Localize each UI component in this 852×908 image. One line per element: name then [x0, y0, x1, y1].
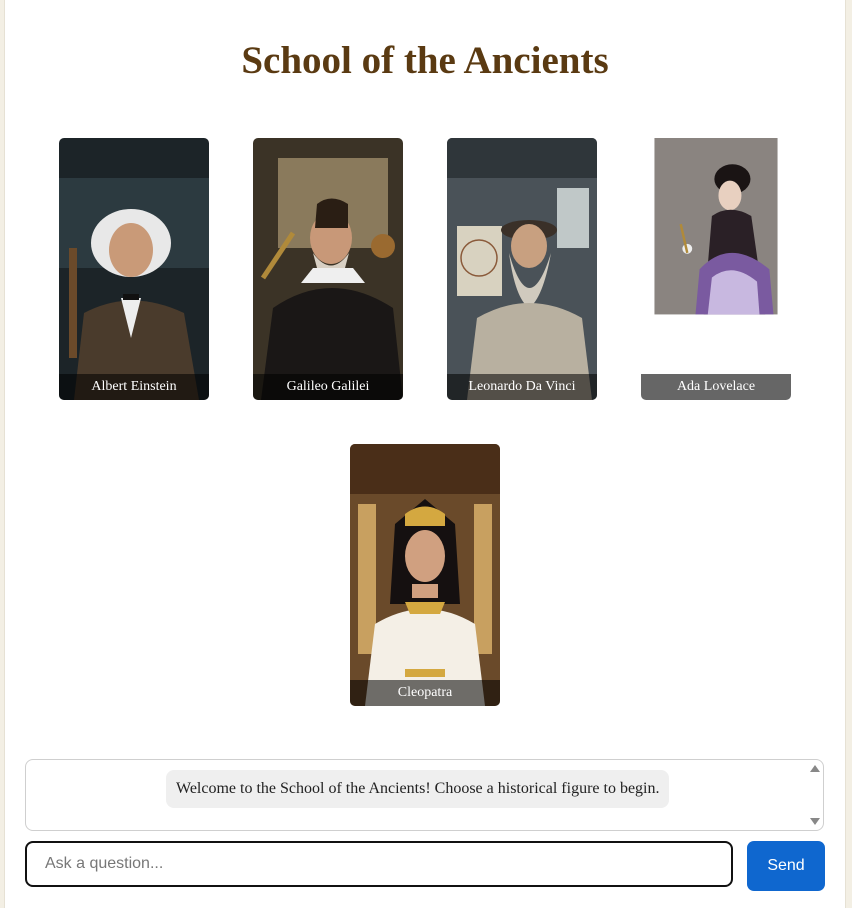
chat-history[interactable]: Welcome to the School of the Ancients! C… — [25, 759, 824, 831]
figure-name: Leonardo Da Vinci — [447, 374, 597, 400]
scroll-down-icon[interactable] — [810, 818, 820, 825]
einstein-portrait — [59, 138, 209, 400]
page-title: School of the Ancients — [241, 39, 609, 82]
chat-message: Welcome to the School of the Ancients! C… — [166, 770, 670, 808]
figure-card-cleopatra[interactable]: Cleopatra — [350, 444, 500, 706]
galileo-portrait — [253, 138, 403, 400]
ada-portrait — [654, 138, 778, 315]
leonardo-portrait — [447, 138, 597, 400]
figure-name: Galileo Galilei — [253, 374, 403, 400]
figure-name: Ada Lovelace — [641, 374, 791, 400]
chat-scrollbar[interactable] — [809, 760, 823, 830]
scroll-up-icon[interactable] — [810, 765, 820, 772]
figure-card-einstein[interactable]: Albert Einstein — [59, 138, 209, 400]
send-button[interactable]: Send — [747, 841, 825, 891]
figure-card-leonardo[interactable]: Leonardo Da Vinci — [447, 138, 597, 400]
figure-card-galileo[interactable]: Galileo Galilei — [253, 138, 403, 400]
figure-name: Cleopatra — [350, 680, 500, 706]
app-container: School of the Ancients Albert Einstein G… — [4, 0, 846, 908]
figure-card-ada[interactable]: Ada Lovelace — [641, 138, 791, 400]
cleopatra-portrait — [350, 444, 500, 706]
figure-name: Albert Einstein — [59, 374, 209, 400]
question-input[interactable] — [25, 841, 733, 887]
